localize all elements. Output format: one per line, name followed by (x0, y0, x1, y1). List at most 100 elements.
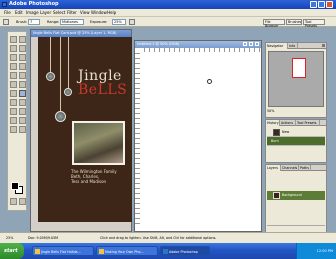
ornament-icon (46, 72, 55, 81)
tab-actions[interactable]: Actions (280, 120, 296, 126)
healing-brush-tool-icon[interactable] (10, 63, 17, 70)
document-title: Untitled-1 @ 50% (RGB) (137, 42, 180, 46)
file-browser-tab[interactable]: File Browser (263, 19, 285, 28)
taskbar-button-active[interactable]: Adobe Photoshop (160, 246, 210, 256)
tool-presets-tab[interactable]: Tool Presets (303, 19, 325, 28)
pen-tool-icon[interactable] (10, 108, 17, 115)
layer-name: Background (282, 193, 302, 197)
burn-tool-preset-icon[interactable] (3, 19, 9, 25)
tab-history[interactable]: History (266, 120, 280, 126)
blank-canvas[interactable] (140, 52, 261, 228)
menu-select[interactable]: Select (53, 10, 65, 15)
clone-stamp-tool-icon[interactable] (10, 72, 17, 79)
tab-tool-presets[interactable]: Tool Presets (296, 120, 320, 126)
history-tabs: History Actions Tool Presets (266, 120, 326, 126)
window-icon (99, 249, 104, 254)
menu-view[interactable]: View (80, 10, 90, 15)
tab-layers[interactable]: Layers (266, 165, 281, 171)
tab-channels[interactable]: Channels (281, 165, 299, 171)
brush-tool-icon[interactable] (19, 63, 26, 70)
path-selection-tool-icon[interactable] (10, 99, 17, 106)
doc-maximize-button[interactable] (249, 42, 253, 46)
lasso-tool-icon[interactable] (10, 45, 17, 52)
brushes-tab[interactable]: Brushes (286, 19, 302, 25)
quick-mask-icon[interactable] (19, 198, 26, 205)
system-tray: 12:00 PM (296, 243, 336, 259)
history-brush-tool-icon[interactable] (19, 72, 26, 79)
range-label: Range: (47, 20, 60, 24)
eyedropper-tool-icon[interactable] (19, 117, 26, 124)
zoom-tool-icon[interactable] (19, 126, 26, 133)
taskbar-button-label: Adobe Photoshop (169, 250, 198, 254)
status-doc-size: Doc: 9.05M/9.05M (28, 236, 59, 240)
layer-row[interactable]: Background (267, 191, 325, 200)
document-window-untitled[interactable]: Untitled-1 @ 50% (RGB) (134, 40, 262, 232)
doc-close-button[interactable] (255, 42, 259, 46)
marquee-tool-icon[interactable] (10, 36, 17, 43)
crop-tool-icon[interactable] (10, 54, 17, 61)
menu-help[interactable]: Help (107, 10, 116, 15)
eraser-tool-icon[interactable] (10, 81, 17, 88)
taskbar-button[interactable]: Jingle Bells Flat Holida... (32, 246, 94, 256)
brush-size-select[interactable]: 7 (28, 19, 40, 25)
history-item[interactable]: New (267, 128, 325, 137)
layers-tabs: Layers Channels Paths (266, 165, 326, 171)
document-title: Jingle Bells Flat Card.psd @ 25% (Layer … (33, 31, 117, 35)
status-hint: Click and drag to lighten. Use Shift, Al… (100, 236, 217, 240)
menu-image[interactable]: Image (26, 10, 39, 15)
tab-paths[interactable]: Paths (299, 165, 311, 171)
history-item-selected[interactable]: Burn (267, 137, 325, 146)
navigator-thumbnail-area[interactable] (268, 51, 324, 107)
navigator-tabs: Navigator Info (266, 43, 326, 49)
airbrush-icon[interactable] (129, 19, 135, 25)
doc-minimize-button[interactable] (243, 42, 247, 46)
type-tool-icon[interactable] (19, 99, 26, 106)
status-zoom[interactable]: 25% (6, 236, 13, 240)
navigator-view-box[interactable] (292, 58, 306, 78)
taskbar: start Jingle Bells Flat Holida... Making… (0, 243, 336, 259)
family-photo-image (74, 123, 123, 163)
maximize-button[interactable] (318, 1, 325, 8)
brush-label: Brush: (16, 20, 28, 24)
tab-navigator[interactable]: Navigator (266, 43, 288, 49)
menu-window[interactable]: Window (91, 10, 107, 15)
ornament-string (50, 37, 51, 73)
exposure-field[interactable]: 25% (112, 19, 126, 25)
shape-tool-icon[interactable] (19, 108, 26, 115)
minimize-button[interactable] (310, 1, 317, 8)
close-button[interactable] (326, 1, 333, 8)
document-title-bar[interactable]: Jingle Bells Flat Card.psd @ 25% (Layer … (31, 30, 131, 37)
hand-tool-icon[interactable] (10, 126, 17, 133)
status-bar: 25% Doc: 9.05M/9.05M Click and drag to l… (0, 232, 336, 243)
start-button[interactable]: start (0, 243, 24, 259)
foreground-color-swatch[interactable] (11, 182, 19, 190)
history-panel: History Actions Tool Presets New Burn (265, 119, 327, 163)
menu-file[interactable]: File (4, 10, 11, 15)
menu-bar: File Edit Image Layer Select Filter View… (0, 9, 336, 17)
menu-filter[interactable]: Filter (67, 10, 77, 15)
menu-layer[interactable]: Layer (40, 10, 51, 15)
history-item-label: Burn (271, 139, 279, 143)
card-headline: Jingle BeLLS (78, 69, 127, 97)
menu-edit[interactable]: Edit (15, 10, 23, 15)
notes-tool-icon[interactable] (10, 117, 17, 124)
options-bar: Brush: 7 Range: Midtones Exposure: 25% F… (0, 17, 336, 28)
range-select[interactable]: Midtones (60, 19, 84, 25)
gradient-tool-icon[interactable] (19, 81, 26, 88)
burn-tool-icon[interactable] (19, 90, 26, 97)
layers-panel: Layers Channels Paths Background (265, 164, 327, 233)
navigator-panel: Navigator Info 50% (265, 42, 327, 118)
document-title-bar[interactable]: Untitled-1 @ 50% (RGB) (135, 41, 261, 48)
headline-jingle: Jingle (78, 68, 122, 84)
standard-mode-icon[interactable] (10, 198, 17, 205)
magic-wand-tool-icon[interactable] (19, 45, 26, 52)
ornament-icon (55, 111, 66, 122)
panel-menu-icon[interactable] (322, 44, 325, 47)
tab-info[interactable]: Info (288, 43, 298, 49)
navigator-zoom[interactable]: 50% (267, 109, 327, 115)
taskbar-button[interactable]: Making Your Own Pho... (96, 246, 158, 256)
exposure-label: Exposure: (90, 20, 108, 24)
move-tool-icon[interactable] (19, 36, 26, 43)
slice-tool-icon[interactable] (19, 54, 26, 61)
blur-tool-icon[interactable] (10, 90, 17, 97)
